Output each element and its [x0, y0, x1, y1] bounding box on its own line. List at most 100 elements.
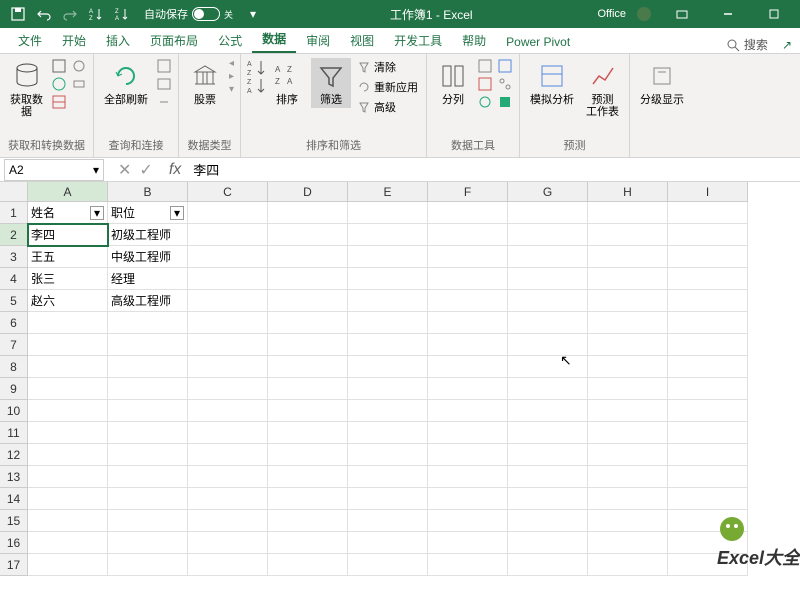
filter-dropdown-icon[interactable]: ▾ [90, 206, 104, 220]
tab-help[interactable]: 帮助 [452, 28, 496, 53]
cell[interactable] [108, 444, 188, 466]
row-header[interactable]: 2 [0, 224, 28, 246]
name-box[interactable]: A2 ▾ [4, 159, 104, 181]
cell[interactable] [188, 444, 268, 466]
cell[interactable] [668, 488, 748, 510]
cell[interactable] [108, 532, 188, 554]
tab-developer[interactable]: 开发工具 [384, 28, 452, 53]
account-icon[interactable] [634, 4, 654, 24]
cell[interactable] [188, 466, 268, 488]
consolidate-icon[interactable] [497, 58, 513, 74]
cell[interactable] [428, 290, 508, 312]
cell[interactable] [588, 224, 668, 246]
cell[interactable] [348, 290, 428, 312]
tab-insert[interactable]: 插入 [96, 28, 140, 53]
row-header[interactable]: 9 [0, 378, 28, 400]
share-icon[interactable]: ↗ [782, 38, 792, 52]
validation-icon[interactable] [477, 94, 493, 110]
forecast-button[interactable]: 预测 工作表 [582, 58, 623, 120]
fx-icon[interactable]: fx [169, 161, 181, 179]
cell[interactable]: 王五 [28, 246, 108, 268]
chevron-left-icon[interactable]: ◂ [229, 58, 234, 69]
reapply-button[interactable]: 重新应用 [355, 78, 420, 96]
save-icon[interactable] [8, 4, 28, 24]
sort-button[interactable]: AZZA 排序 [267, 58, 307, 108]
filter-button[interactable]: 筛选 [311, 58, 351, 108]
cell[interactable] [268, 444, 348, 466]
cell[interactable] [348, 532, 428, 554]
refresh-all-button[interactable]: 全部刷新 [100, 58, 152, 108]
from-table-icon[interactable] [51, 94, 67, 110]
cell[interactable] [268, 510, 348, 532]
row-header[interactable]: 10 [0, 400, 28, 422]
formula-input[interactable] [187, 162, 800, 177]
cell[interactable] [108, 356, 188, 378]
flash-fill-icon[interactable] [477, 58, 493, 74]
cell[interactable] [588, 510, 668, 532]
cell[interactable]: 赵六 [28, 290, 108, 312]
chevron-right-icon[interactable]: ▸ [229, 71, 234, 82]
cell[interactable] [588, 400, 668, 422]
cell[interactable] [348, 224, 428, 246]
cell[interactable] [348, 466, 428, 488]
cell[interactable] [108, 466, 188, 488]
data-model-icon[interactable] [497, 94, 513, 110]
cell[interactable] [268, 246, 348, 268]
cell[interactable] [28, 334, 108, 356]
cell[interactable] [428, 378, 508, 400]
row-header[interactable]: 4 [0, 268, 28, 290]
cell[interactable] [668, 466, 748, 488]
cell[interactable] [188, 488, 268, 510]
tab-home[interactable]: 开始 [52, 28, 96, 53]
cell[interactable] [108, 378, 188, 400]
cell[interactable] [508, 488, 588, 510]
cell[interactable] [348, 312, 428, 334]
cell[interactable] [508, 246, 588, 268]
cell[interactable] [268, 268, 348, 290]
cell[interactable] [428, 510, 508, 532]
cell[interactable] [188, 554, 268, 576]
queries-icon[interactable] [156, 58, 172, 74]
cell[interactable]: 高级工程师 [108, 290, 188, 312]
cell[interactable] [508, 510, 588, 532]
cell[interactable] [108, 422, 188, 444]
cell[interactable] [188, 510, 268, 532]
row-header[interactable]: 15 [0, 510, 28, 532]
stocks-button[interactable]: 股票 [185, 58, 225, 108]
cell[interactable] [28, 400, 108, 422]
row-header[interactable]: 11 [0, 422, 28, 444]
cell[interactable] [428, 488, 508, 510]
cell[interactable] [348, 488, 428, 510]
row-header[interactable]: 3 [0, 246, 28, 268]
chevron-down-icon[interactable]: ▾ [229, 84, 234, 95]
select-all-corner[interactable] [0, 182, 28, 202]
cell[interactable] [668, 290, 748, 312]
search-icon[interactable] [726, 38, 740, 52]
cell[interactable] [348, 422, 428, 444]
tab-formulas[interactable]: 公式 [208, 28, 252, 53]
cell[interactable] [508, 334, 588, 356]
cell[interactable] [588, 422, 668, 444]
tab-file[interactable]: 文件 [8, 28, 52, 53]
cell[interactable] [188, 246, 268, 268]
cell[interactable] [428, 202, 508, 224]
cell[interactable] [668, 246, 748, 268]
connections-icon[interactable] [71, 76, 87, 92]
cell[interactable] [428, 246, 508, 268]
cell[interactable] [508, 356, 588, 378]
sort-asc-icon[interactable]: AZ [86, 4, 106, 24]
row-header[interactable]: 1 [0, 202, 28, 224]
undo-icon[interactable] [34, 4, 54, 24]
outline-button[interactable]: 分级显示 [636, 58, 688, 108]
cell[interactable] [28, 378, 108, 400]
cell[interactable] [188, 400, 268, 422]
cell[interactable] [428, 532, 508, 554]
cell[interactable] [668, 444, 748, 466]
column-header[interactable]: I [668, 182, 748, 202]
cell[interactable] [508, 444, 588, 466]
row-header[interactable]: 6 [0, 312, 28, 334]
cell[interactable] [588, 488, 668, 510]
cell[interactable] [588, 532, 668, 554]
cell[interactable] [28, 312, 108, 334]
cell[interactable]: 张三 [28, 268, 108, 290]
